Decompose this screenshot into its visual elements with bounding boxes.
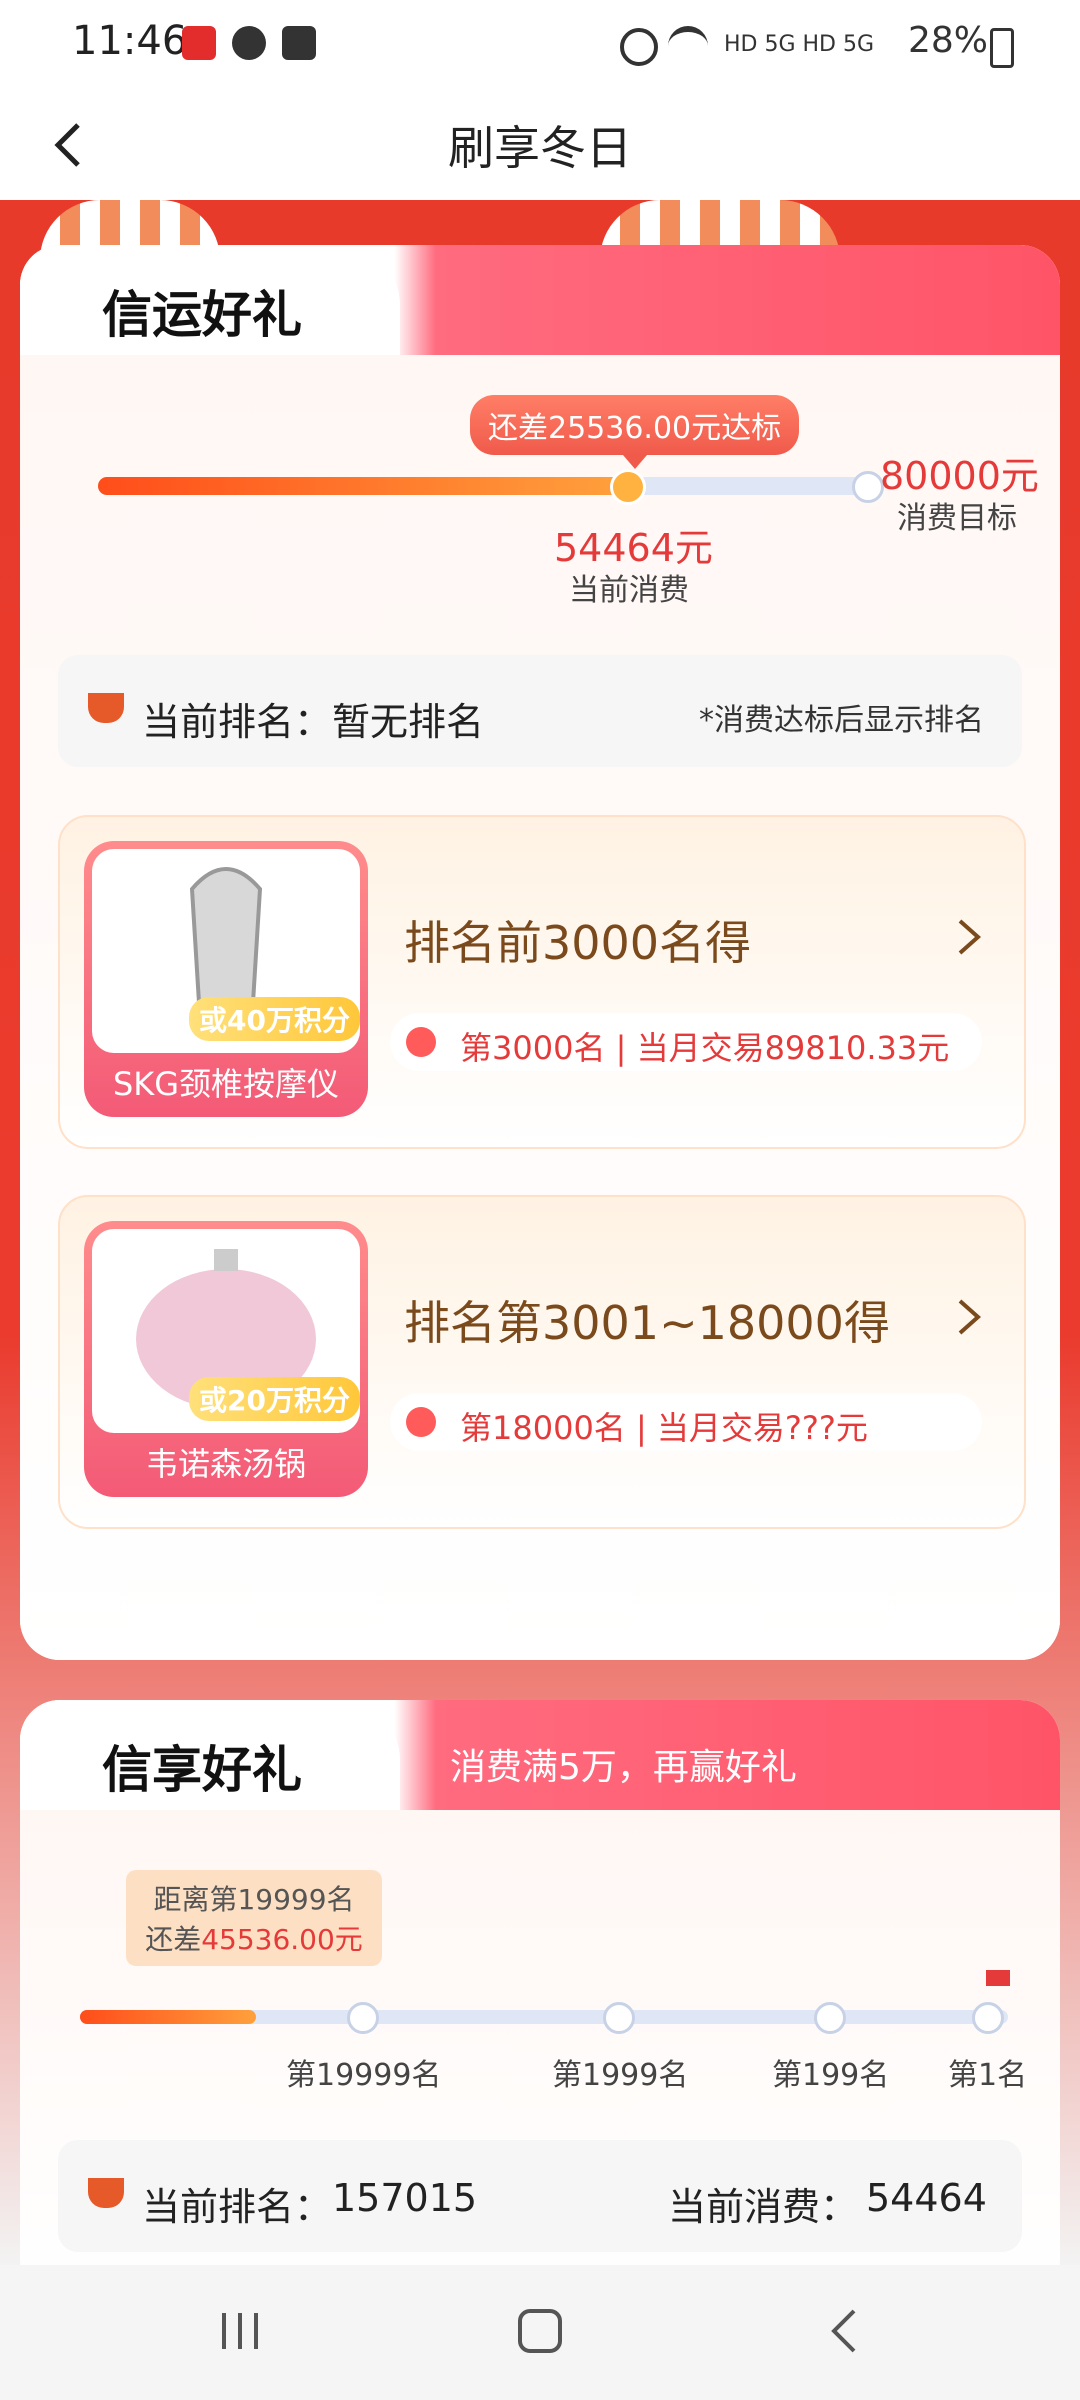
milestone-node <box>814 2002 846 2034</box>
milestone-label: 第199名 <box>772 2058 890 2093</box>
status-bar: 11:46 HD 5G HD 5G 28% <box>0 0 1080 90</box>
wechat-icon <box>232 26 266 60</box>
spend-label: 当前消费： <box>668 2185 859 2229</box>
target-label: 消费目标 <box>897 501 1017 536</box>
rank-progress-fill <box>80 2010 257 2024</box>
checkbox-notification-icon <box>282 26 316 60</box>
battery-icon <box>990 28 1014 68</box>
gift-name: SKG颈椎按摩仪 <box>112 1065 340 1103</box>
tooltip-line2: 还差45536.00元 <box>145 1923 363 1956</box>
milestone-node <box>972 2002 1004 2034</box>
title-bar: 刷享冬日 <box>0 90 1080 200</box>
enjoy-gift-card: 信享好礼 消费满5万，再赢好礼 距离第19999名 还差45536.00元 第1… <box>20 1700 1060 2300</box>
gap-tooltip: 还差25536.00元达标 <box>470 395 800 469</box>
spending-progress-track <box>98 477 868 495</box>
card-subtitle: 消费满5万，再赢好礼 <box>450 1747 797 1788</box>
gift-info-text: 第3000名 | 当月交易89810.33元 <box>460 1029 950 1067</box>
rank-box: 当前排名： 暂无排名 *消费达标后显示排名 <box>58 655 1022 767</box>
app-notification-icon <box>182 26 216 60</box>
trophy-icon <box>88 2178 124 2208</box>
battery-percent: 28% <box>908 20 989 61</box>
rank-label: 当前排名： <box>142 700 333 744</box>
rank-tooltip: 距离第19999名 还差45536.00元 <box>126 1870 382 1966</box>
spending-progress-fill <box>98 477 622 495</box>
gift-info: 第3000名 | 当月交易89810.33元 <box>390 1013 982 1071</box>
spend-value: 54464 <box>866 2176 987 2220</box>
trophy-icon <box>88 693 124 723</box>
rank-value: 157015 <box>332 2176 478 2220</box>
gift-card: 或20万积分 韦诺森汤锅 <box>84 1221 368 1497</box>
gift-title: 排名第3001~18000得 <box>404 1296 890 1350</box>
home-icon[interactable] <box>510 2301 570 2361</box>
card-body: 距离第19999名 还差45536.00元 第19999名 第1999名 第19… <box>20 1810 1060 2300</box>
gift-info-text: 第18000名 | 当月交易???元 <box>460 1409 868 1447</box>
badge-icon <box>406 1407 436 1437</box>
gift-title: 排名前3000名得 <box>404 916 752 970</box>
milestone-node <box>603 2002 635 2034</box>
target-value: 80000元 <box>880 454 1039 498</box>
milestone-label: 第1名 <box>948 2058 1028 2093</box>
rank-note: *消费达标后显示排名 <box>699 703 984 738</box>
gift-card: 或40万积分 SKG颈椎按摩仪 <box>84 841 368 1117</box>
tooltip-line1: 距离第19999名 <box>153 1883 355 1916</box>
milestone-label: 第1999名 <box>552 2058 689 2093</box>
card-body: 还差25536.00元达标 80000元 消费目标 54464元 当前消费 当前… <box>20 355 1060 1660</box>
rank-box: 当前排名： 157015 当前消费： 54464 <box>58 2140 1022 2252</box>
page-title: 刷享冬日 <box>448 121 632 175</box>
gift-item[interactable]: 或20万积分 韦诺森汤锅 排名第3001~18000得 第18000名 | 当月… <box>58 1195 1026 1529</box>
system-nav-bar <box>0 2265 1080 2400</box>
current-label: 当前消费 <box>569 573 689 608</box>
gift-name: 韦诺森汤锅 <box>145 1445 306 1483</box>
flag-icon <box>986 1970 1010 1986</box>
current-value: 54464元 <box>554 526 713 570</box>
rank-progress-track <box>80 2010 1008 2024</box>
points-badge: 或20万积分 <box>189 1377 360 1421</box>
rank-value: 暂无排名 <box>332 700 485 744</box>
network-indicators: HD 5G HD 5G <box>724 32 875 57</box>
rank-label: 当前排名： <box>142 2185 333 2229</box>
back-nav-icon[interactable] <box>816 2301 876 2361</box>
chevron-right-icon[interactable] <box>954 1297 984 1337</box>
milestone-label: 第19999名 <box>286 2058 442 2093</box>
badge-icon <box>406 1027 436 1057</box>
chevron-right-icon[interactable] <box>954 917 984 957</box>
gift-item[interactable]: 或40万积分 SKG颈椎按摩仪 排名前3000名得 第3000名 | 当月交易8… <box>58 815 1026 1149</box>
points-badge: 或40万积分 <box>189 997 360 1041</box>
card-title: 信运好礼 <box>102 286 302 344</box>
alarm-icon <box>620 28 658 66</box>
status-time: 11:46 <box>72 18 188 64</box>
milestone-node <box>347 2002 379 2034</box>
wifi-icon <box>668 26 708 58</box>
lucky-gift-card: 信运好礼 还差25536.00元达标 80000元 消费目标 54464元 当前… <box>20 245 1060 1660</box>
gift-info: 第18000名 | 当月交易???元 <box>390 1393 982 1451</box>
recent-apps-icon[interactable] <box>210 2301 270 2361</box>
progress-knob <box>610 469 646 505</box>
card-title: 信享好礼 <box>102 1741 302 1799</box>
